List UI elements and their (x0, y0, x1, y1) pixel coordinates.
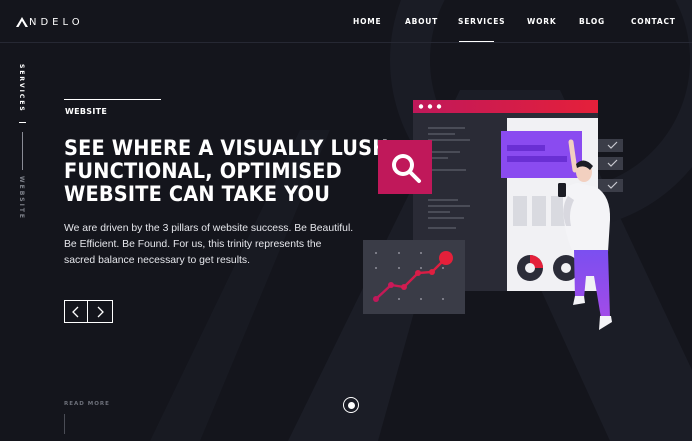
purple-card (501, 131, 582, 178)
page: NDELO HOME ABOUT SERVICES WORK BLOG CONT… (0, 0, 692, 441)
hero-illustration (363, 100, 623, 330)
line-chart-card (363, 240, 465, 314)
search-icon (378, 140, 432, 194)
check-list (598, 139, 623, 192)
